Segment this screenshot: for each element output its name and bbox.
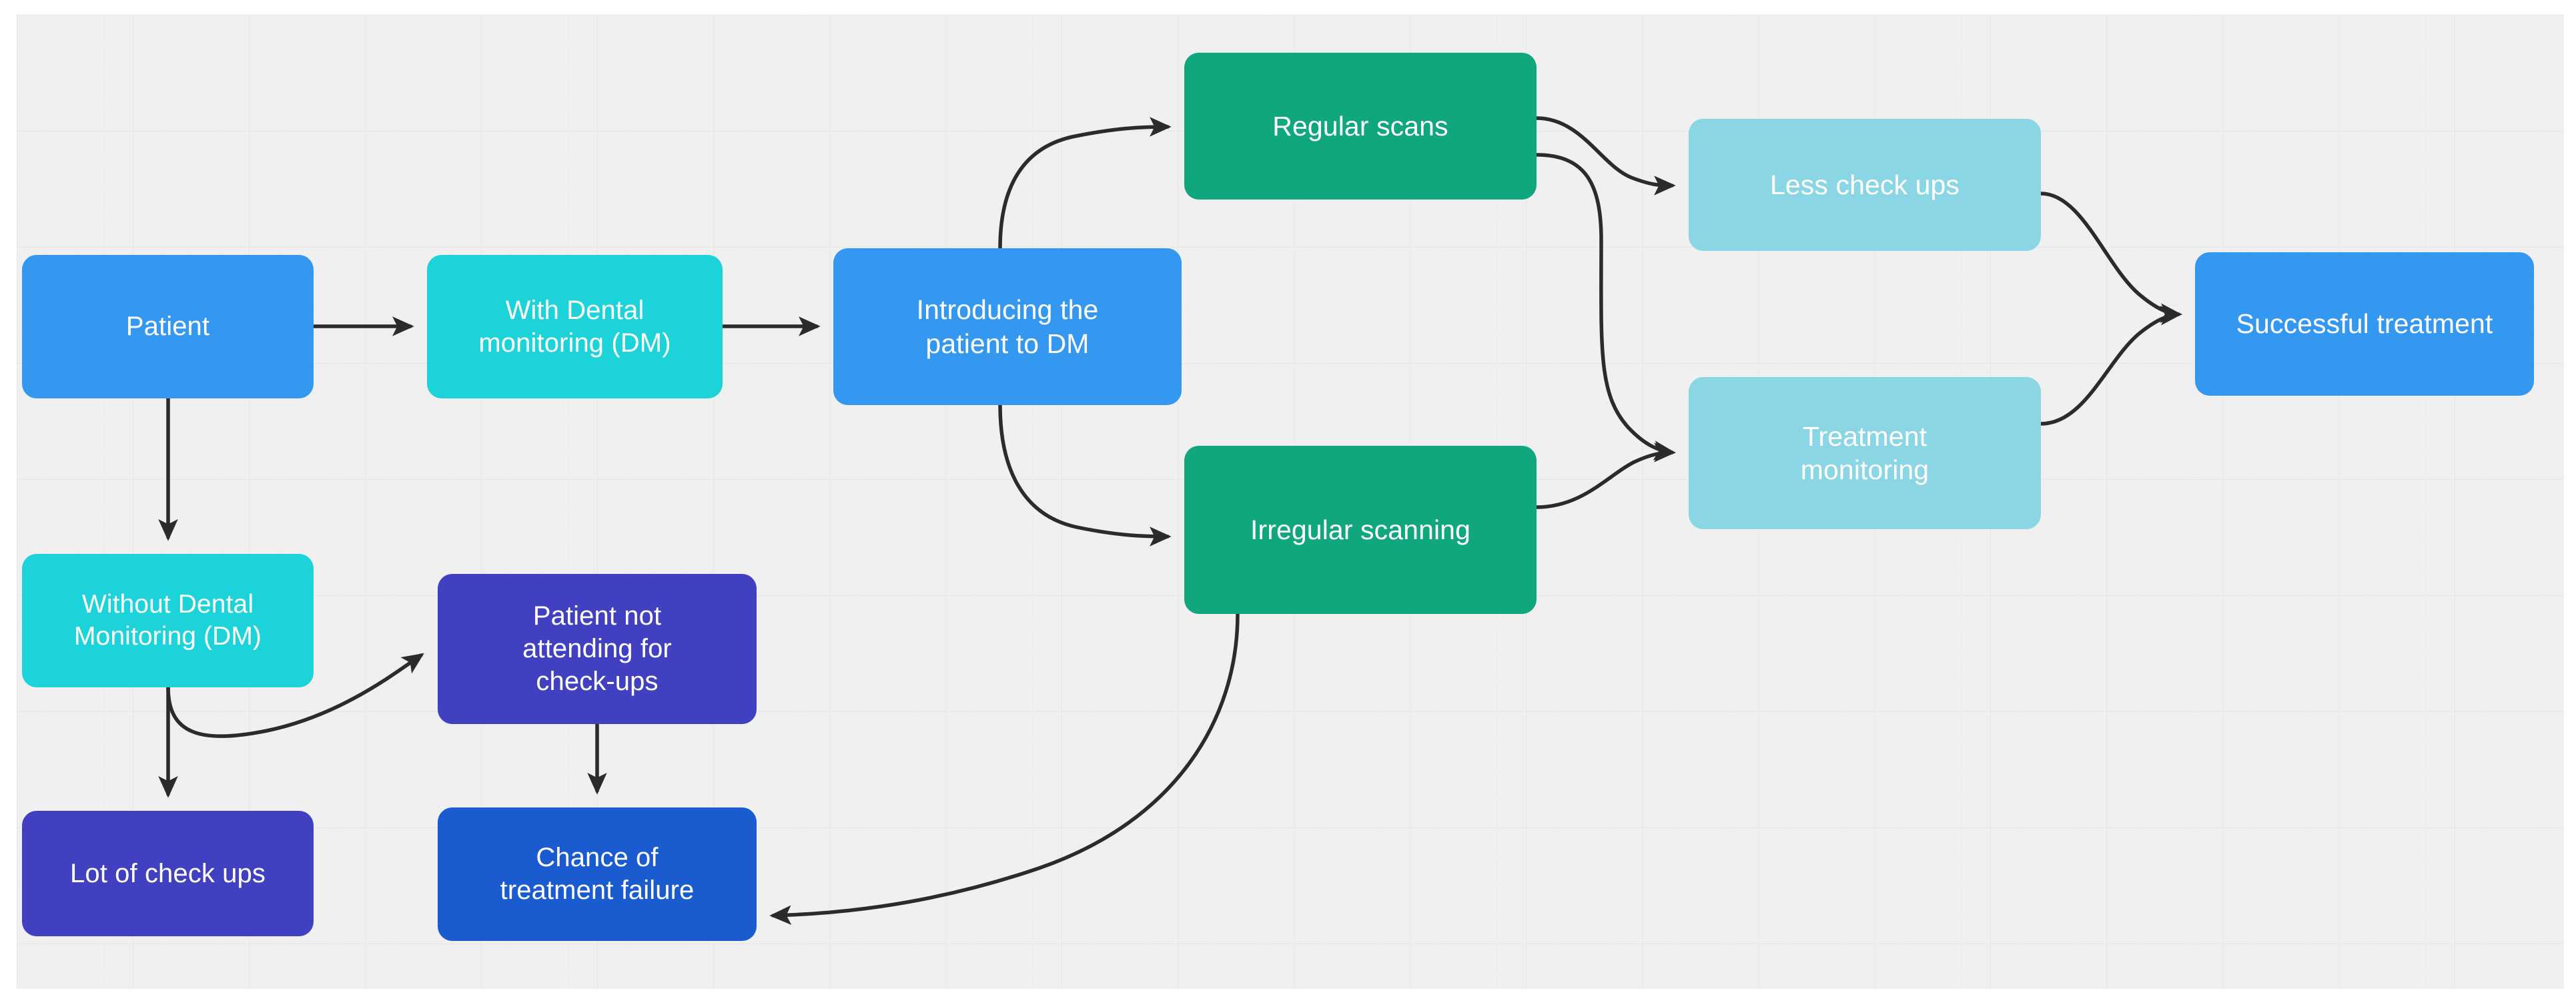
node-without-dental-monitoring-label: Without Dental Monitoring (DM) [73,590,262,651]
node-treatment-monitoring[interactable]: Treatment monitoring [1689,377,2041,529]
node-irregular-scanning-label: Irregular scanning [1250,514,1470,545]
node-irregular-scanning[interactable]: Irregular scanning [1184,446,1537,614]
node-regular-scans[interactable]: Regular scans [1184,53,1537,200]
node-without-dental-monitoring[interactable]: Without Dental Monitoring (DM) [22,554,314,687]
flowchart-diagram: Patient With Dental monitoring (DM) Intr… [0,0,2576,999]
node-lot-of-check-ups-label: Lot of check ups [70,858,266,888]
node-patient-not-attending[interactable]: Patient not attending for check-ups [438,574,757,724]
node-less-check-ups-label: Less check ups [1770,169,1960,200]
node-treatment-monitoring-label: Treatment monitoring [1800,420,1929,485]
node-regular-scans-label: Regular scans [1272,110,1448,141]
node-with-dental-monitoring[interactable]: With Dental monitoring (DM) [427,255,723,398]
node-patient[interactable]: Patient [22,255,314,398]
node-chance-of-treatment-failure-label: Chance of treatment failure [500,843,695,905]
node-successful-treatment[interactable]: Successful treatment [2195,252,2534,396]
node-less-check-ups[interactable]: Less check ups [1689,119,2041,251]
node-chance-of-treatment-failure[interactable]: Chance of treatment failure [438,807,757,941]
node-patient-label: Patient [125,312,210,342]
node-lot-of-check-ups[interactable]: Lot of check ups [22,811,314,936]
node-introducing-patient-to-dm-label: Introducing the patient to DM [916,294,1099,359]
node-introducing-patient-to-dm[interactable]: Introducing the patient to DM [833,248,1182,405]
node-with-dental-monitoring-label: With Dental monitoring (DM) [478,295,671,358]
node-successful-treatment-label: Successful treatment [2236,308,2493,340]
node-patient-not-attending-label: Patient not attending for check-ups [522,601,672,696]
